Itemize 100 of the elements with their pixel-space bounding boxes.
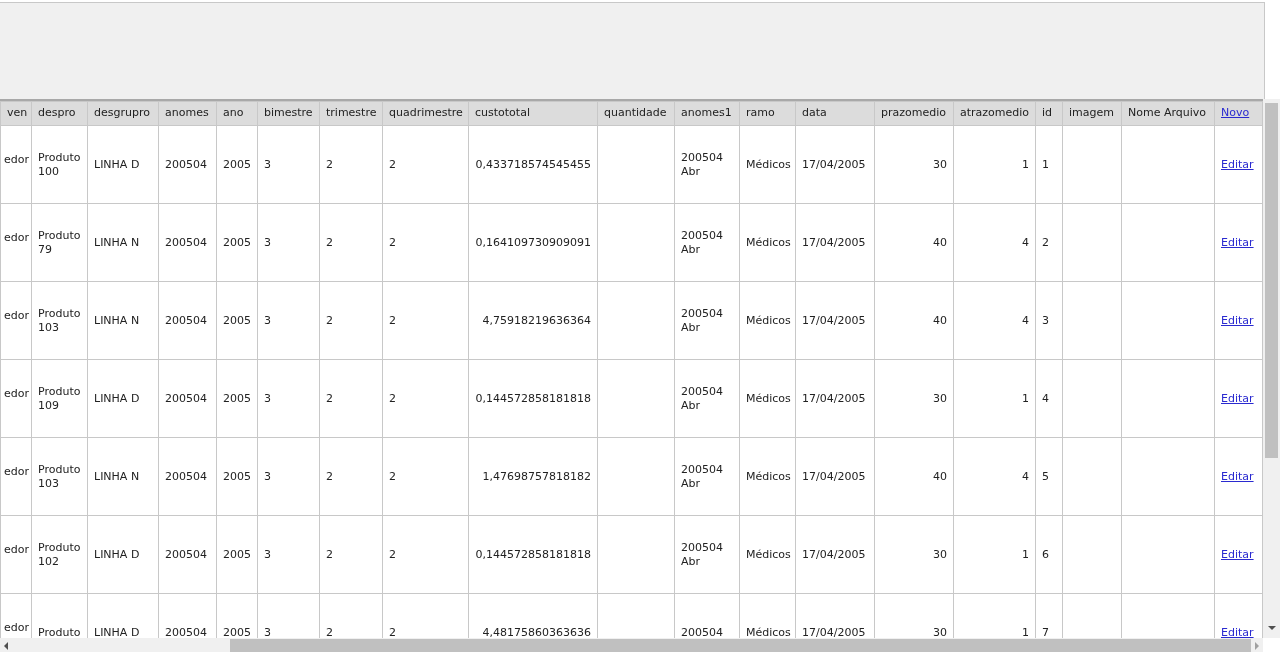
branch-cell: Médicos bbox=[746, 235, 791, 249]
vendor-cell: edor bbox=[4, 387, 29, 400]
date-cell: 17/04/2005 bbox=[802, 235, 866, 249]
bimester-cell: 3 bbox=[264, 469, 271, 483]
vertical-scrollbar[interactable] bbox=[1263, 99, 1280, 638]
period-cell: 200504 Abr bbox=[681, 228, 723, 256]
period-cell: 200504 Abr bbox=[681, 306, 723, 334]
scrollbar-thumb[interactable] bbox=[1265, 103, 1278, 458]
column-header[interactable]: bimestre bbox=[257, 101, 320, 126]
horizontal-scrollbar[interactable] bbox=[0, 638, 1263, 652]
vendor-cell: edor bbox=[4, 543, 29, 556]
column-header[interactable]: despro bbox=[31, 101, 88, 126]
period-cell: 200504 Abr bbox=[681, 462, 723, 490]
period-cell: 200504 bbox=[165, 391, 207, 405]
trimester-cell: 2 bbox=[326, 235, 333, 249]
delay-cell: 4 bbox=[1022, 313, 1029, 327]
id-cell: 6 bbox=[1042, 547, 1049, 561]
delay-cell: 4 bbox=[1022, 235, 1029, 249]
id-cell: 7 bbox=[1042, 625, 1049, 638]
period-cell: 200504 bbox=[165, 547, 207, 561]
bimester-cell: 3 bbox=[264, 235, 271, 249]
bimester-cell: 3 bbox=[264, 391, 271, 405]
delay-cell: 1 bbox=[1022, 157, 1029, 171]
period-cell: 200504 Abr bbox=[681, 384, 723, 412]
quadrimester-cell: 2 bbox=[389, 391, 396, 405]
quadrimester-cell: 2 bbox=[389, 157, 396, 171]
product-cell: Produto 109 bbox=[38, 384, 81, 412]
column-header[interactable]: desgrupro bbox=[87, 101, 159, 126]
delay-cell: 1 bbox=[1022, 547, 1029, 561]
period-cell: 200504 bbox=[165, 469, 207, 483]
product-cell: Produto bbox=[38, 625, 81, 638]
edit-link[interactable]: Editar bbox=[1221, 235, 1254, 249]
column-header[interactable]: quadrimestre bbox=[382, 101, 469, 126]
branch-cell: Médicos bbox=[746, 313, 791, 327]
product-cell: Produto 103 bbox=[38, 306, 81, 334]
branch-cell: Médicos bbox=[746, 157, 791, 171]
quadrimester-cell: 2 bbox=[389, 313, 396, 327]
column-header[interactable]: ven bbox=[0, 101, 32, 126]
cost-cell: 0,164109730909091 bbox=[475, 235, 591, 249]
term-cell: 30 bbox=[933, 391, 947, 405]
trimester-cell: 2 bbox=[326, 313, 333, 327]
period-cell: 200504 bbox=[165, 625, 207, 638]
id-cell: 1 bbox=[1042, 157, 1049, 171]
branch-cell: Médicos bbox=[746, 547, 791, 561]
quadrimester-cell: 2 bbox=[389, 625, 396, 638]
year-cell: 2005 bbox=[223, 625, 251, 638]
column-header[interactable]: quantidade bbox=[597, 101, 675, 126]
period-cell: 200504 Abr bbox=[681, 150, 723, 178]
trimester-cell: 2 bbox=[326, 469, 333, 483]
delay-cell: 1 bbox=[1022, 391, 1029, 405]
product-cell: Produto 102 bbox=[38, 540, 81, 568]
edit-link[interactable]: Editar bbox=[1221, 391, 1254, 405]
vendor-cell: edor bbox=[4, 309, 29, 322]
scrollbar-thumb[interactable] bbox=[230, 639, 1251, 652]
edit-link[interactable]: Editar bbox=[1221, 157, 1254, 171]
column-header[interactable]: anomes1 bbox=[674, 101, 740, 126]
period-cell: 200504 bbox=[681, 625, 723, 638]
delay-cell: 1 bbox=[1022, 625, 1029, 638]
branch-cell: Médicos bbox=[746, 391, 791, 405]
term-cell: 40 bbox=[933, 313, 947, 327]
column-header[interactable]: custototal bbox=[468, 101, 598, 126]
column-header[interactable]: prazomedio bbox=[874, 101, 954, 126]
column-header[interactable]: data bbox=[795, 101, 875, 126]
quadrimester-cell: 2 bbox=[389, 547, 396, 561]
column-header[interactable]: ano bbox=[216, 101, 258, 126]
group-cell: LINHA D bbox=[94, 547, 140, 561]
column-header[interactable]: id bbox=[1035, 101, 1063, 126]
column-header[interactable]: ramo bbox=[739, 101, 796, 126]
vendor-cell: edor bbox=[4, 465, 29, 478]
year-cell: 2005 bbox=[223, 313, 251, 327]
period-cell: 200504 bbox=[165, 157, 207, 171]
cost-cell: 1,47698757818182 bbox=[482, 469, 591, 483]
column-header[interactable]: Nome Arquivo bbox=[1121, 101, 1215, 126]
date-cell: 17/04/2005 bbox=[802, 157, 866, 171]
column-header[interactable]: atrazomedio bbox=[953, 101, 1036, 126]
column-header[interactable]: anomes bbox=[158, 101, 217, 126]
column-header[interactable]: trimestre bbox=[319, 101, 383, 126]
branch-cell: Médicos bbox=[746, 625, 791, 638]
period-cell: 200504 bbox=[165, 235, 207, 249]
year-cell: 2005 bbox=[223, 469, 251, 483]
trimester-cell: 2 bbox=[326, 547, 333, 561]
scroll-down-icon[interactable] bbox=[1267, 626, 1276, 630]
trimester-cell: 2 bbox=[326, 391, 333, 405]
year-cell: 2005 bbox=[223, 547, 251, 561]
quadrimester-cell: 2 bbox=[389, 235, 396, 249]
scroll-left-icon[interactable] bbox=[4, 642, 8, 650]
vendor-cell: edor bbox=[4, 621, 29, 634]
term-cell: 30 bbox=[933, 625, 947, 638]
product-cell: Produto 79 bbox=[38, 228, 81, 256]
date-cell: 17/04/2005 bbox=[802, 625, 866, 638]
term-cell: 30 bbox=[933, 547, 947, 561]
column-header[interactable]: imagem bbox=[1062, 101, 1122, 126]
id-cell: 2 bbox=[1042, 235, 1049, 249]
edit-link[interactable]: Editar bbox=[1221, 469, 1254, 483]
edit-link[interactable]: Editar bbox=[1221, 547, 1254, 561]
edit-link[interactable]: Editar bbox=[1221, 313, 1254, 327]
scroll-right-icon[interactable] bbox=[1255, 642, 1259, 650]
group-cell: LINHA D bbox=[94, 625, 140, 638]
bimester-cell: 3 bbox=[264, 157, 271, 171]
edit-link[interactable]: Editar bbox=[1221, 625, 1254, 638]
